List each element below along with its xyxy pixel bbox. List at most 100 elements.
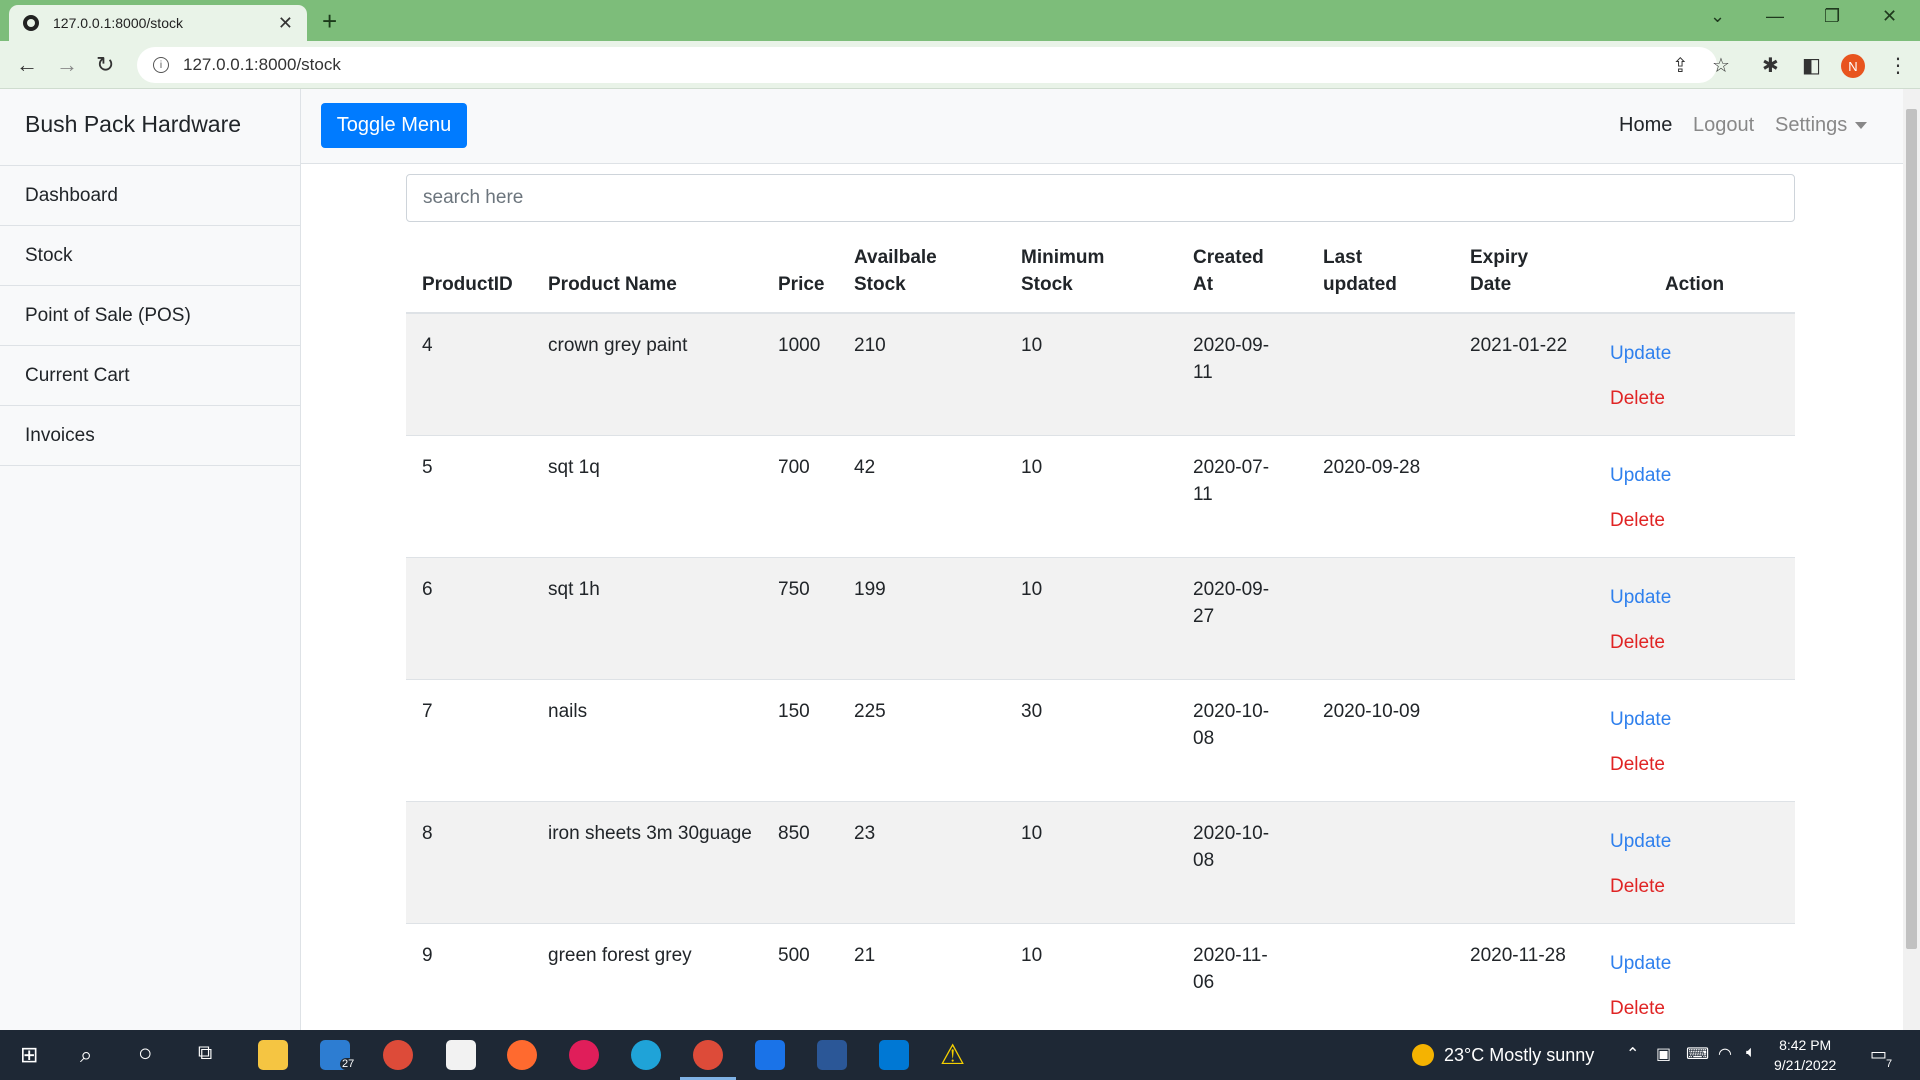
- sidebar-item-pos[interactable]: Point of Sale (POS): [0, 286, 300, 346]
- cell-product-name: sqt 1q: [532, 434, 762, 557]
- close-window-icon[interactable]: ✕: [1882, 6, 1897, 27]
- clock-date: 9/21/2022: [1774, 1057, 1837, 1073]
- edge-icon[interactable]: [631, 1040, 661, 1070]
- cell-available: 21: [838, 922, 1005, 1030]
- globe-icon: [23, 15, 39, 31]
- vscode-icon[interactable]: [879, 1040, 909, 1070]
- cell-product-id: 6: [406, 556, 532, 679]
- nav-logout-link[interactable]: Logout: [1693, 114, 1754, 137]
- created-line2: 08: [1193, 849, 1215, 871]
- restore-icon[interactable]: ❐: [1824, 6, 1840, 27]
- cell-expiry: [1454, 678, 1594, 801]
- cell-action: Update Delete: [1594, 312, 1795, 435]
- sidebar-item-stock[interactable]: Stock: [0, 226, 300, 286]
- cell-minimum: 10: [1005, 800, 1177, 923]
- search-input[interactable]: [406, 174, 1795, 222]
- reload-icon[interactable]: ↻: [96, 52, 114, 78]
- new-tab-icon[interactable]: +: [322, 6, 337, 37]
- volume-icon[interactable]: 🔈︎: [1746, 1044, 1756, 1062]
- created-line1: 2020-07-: [1193, 456, 1270, 478]
- delete-button[interactable]: Delete: [1610, 873, 1795, 900]
- meet-icon[interactable]: ▣: [1656, 1044, 1671, 1064]
- search-icon[interactable]: ⌕: [80, 1042, 92, 1068]
- sidebar-item-dashboard[interactable]: Dashboard: [0, 166, 300, 226]
- update-button[interactable]: Update: [1610, 706, 1795, 733]
- cortana-icon[interactable]: ○: [138, 1040, 153, 1068]
- notification-icon[interactable]: ▭: [1870, 1044, 1887, 1065]
- cell-last-updated: [1307, 800, 1454, 923]
- weather-sun-icon: [1412, 1044, 1434, 1066]
- cell-available: 210: [838, 312, 1005, 435]
- delete-button[interactable]: Delete: [1610, 751, 1795, 778]
- cell-last-updated: [1307, 312, 1454, 435]
- cell-expiry: 2021-01-22: [1454, 312, 1594, 435]
- cell-product-id: 4: [406, 312, 532, 435]
- page-scrollbar[interactable]: [1903, 89, 1920, 1030]
- cell-expiry: [1454, 434, 1594, 557]
- update-button[interactable]: Update: [1610, 950, 1795, 977]
- profile-avatar[interactable]: N: [1841, 54, 1865, 78]
- share-icon[interactable]: ⇪: [1672, 53, 1689, 78]
- cell-product-name: sqt 1h: [532, 556, 762, 679]
- bookmark-star-icon[interactable]: ☆: [1712, 53, 1730, 78]
- chrome-profile-icon[interactable]: [693, 1040, 723, 1070]
- nav-settings-dropdown[interactable]: Settings: [1775, 114, 1868, 137]
- cell-created: 2020-10- 08: [1177, 800, 1307, 923]
- cell-price: 750: [762, 556, 838, 679]
- weather-widget[interactable]: 23°C Mostly sunny: [1412, 1044, 1594, 1066]
- slack-icon[interactable]: [569, 1040, 599, 1070]
- clock[interactable]: 8:42 PM 9/21/2022: [1774, 1035, 1836, 1075]
- created-line1: 2020-10-: [1193, 700, 1270, 722]
- postman-icon[interactable]: [507, 1040, 537, 1070]
- cell-available: 42: [838, 434, 1005, 557]
- windows-start-icon[interactable]: ⊞: [20, 1042, 38, 1068]
- nav-home-link[interactable]: Home: [1619, 114, 1672, 137]
- delete-button[interactable]: Delete: [1610, 995, 1795, 1022]
- cell-expiry: [1454, 800, 1594, 923]
- cell-product-name: crown grey paint: [532, 312, 762, 435]
- menu-dots-icon[interactable]: ⋮: [1888, 53, 1908, 78]
- warning-icon[interactable]: ⚠: [940, 1038, 965, 1071]
- toggle-menu-button[interactable]: Toggle Menu: [321, 103, 467, 148]
- delete-button[interactable]: Delete: [1610, 385, 1795, 412]
- scrollbar-thumb[interactable]: [1906, 109, 1917, 949]
- sidebar-item-invoices[interactable]: Invoices: [0, 406, 300, 466]
- mail-badge: 27: [340, 1058, 357, 1070]
- language-icon[interactable]: ⌨: [1686, 1044, 1709, 1064]
- cell-product-id: 8: [406, 800, 532, 923]
- side-panel-icon[interactable]: ◧: [1802, 53, 1821, 78]
- cell-minimum: 10: [1005, 312, 1177, 435]
- chrome-icon[interactable]: [383, 1040, 413, 1070]
- created-line2: 11: [1193, 362, 1213, 383]
- cell-product-name: nails: [532, 678, 762, 801]
- forward-icon[interactable]: →: [56, 52, 78, 78]
- cell-created: 2020-09- 11: [1177, 312, 1307, 435]
- close-tab-icon[interactable]: ✕: [278, 13, 293, 34]
- header-last-line2: updated: [1323, 274, 1397, 295]
- update-button[interactable]: Update: [1610, 584, 1795, 611]
- delete-button[interactable]: Delete: [1610, 507, 1795, 534]
- browser-toolbar: ← → ↻ i 127.0.0.1:8000/stock ⇪ ☆ ✱ ◧ N ⋮: [0, 41, 1920, 89]
- tray-chevron-icon[interactable]: ⌃: [1626, 1044, 1639, 1064]
- s-app-icon[interactable]: [755, 1040, 785, 1070]
- tab-search-icon[interactable]: ⌄: [1710, 6, 1725, 27]
- store-icon[interactable]: [446, 1040, 476, 1070]
- info-icon[interactable]: i: [153, 57, 169, 73]
- cell-product-id: 5: [406, 434, 532, 557]
- update-button[interactable]: Update: [1610, 462, 1795, 489]
- update-button[interactable]: Update: [1610, 828, 1795, 855]
- file-explorer-icon[interactable]: [258, 1040, 288, 1070]
- stock-table: ProductID Product Name Price Availbale St…: [406, 234, 1795, 1030]
- update-button[interactable]: Update: [1610, 340, 1795, 367]
- wifi-icon[interactable]: ◠: [1718, 1044, 1732, 1064]
- extensions-icon[interactable]: ✱: [1762, 53, 1779, 78]
- minimize-icon[interactable]: —: [1766, 6, 1784, 27]
- powershell-icon[interactable]: [817, 1040, 847, 1070]
- browser-tab[interactable]: 127.0.0.1:8000/stock ✕: [9, 5, 307, 41]
- back-icon[interactable]: ←: [16, 52, 38, 78]
- table-row: 9 green forest grey 500 21 10 2020-11- 06…: [406, 922, 1795, 1030]
- sidebar-item-current-cart[interactable]: Current Cart: [0, 346, 300, 406]
- delete-button[interactable]: Delete: [1610, 629, 1795, 656]
- task-view-icon[interactable]: ⧉: [198, 1042, 212, 1065]
- address-bar[interactable]: i 127.0.0.1:8000/stock: [137, 47, 1717, 83]
